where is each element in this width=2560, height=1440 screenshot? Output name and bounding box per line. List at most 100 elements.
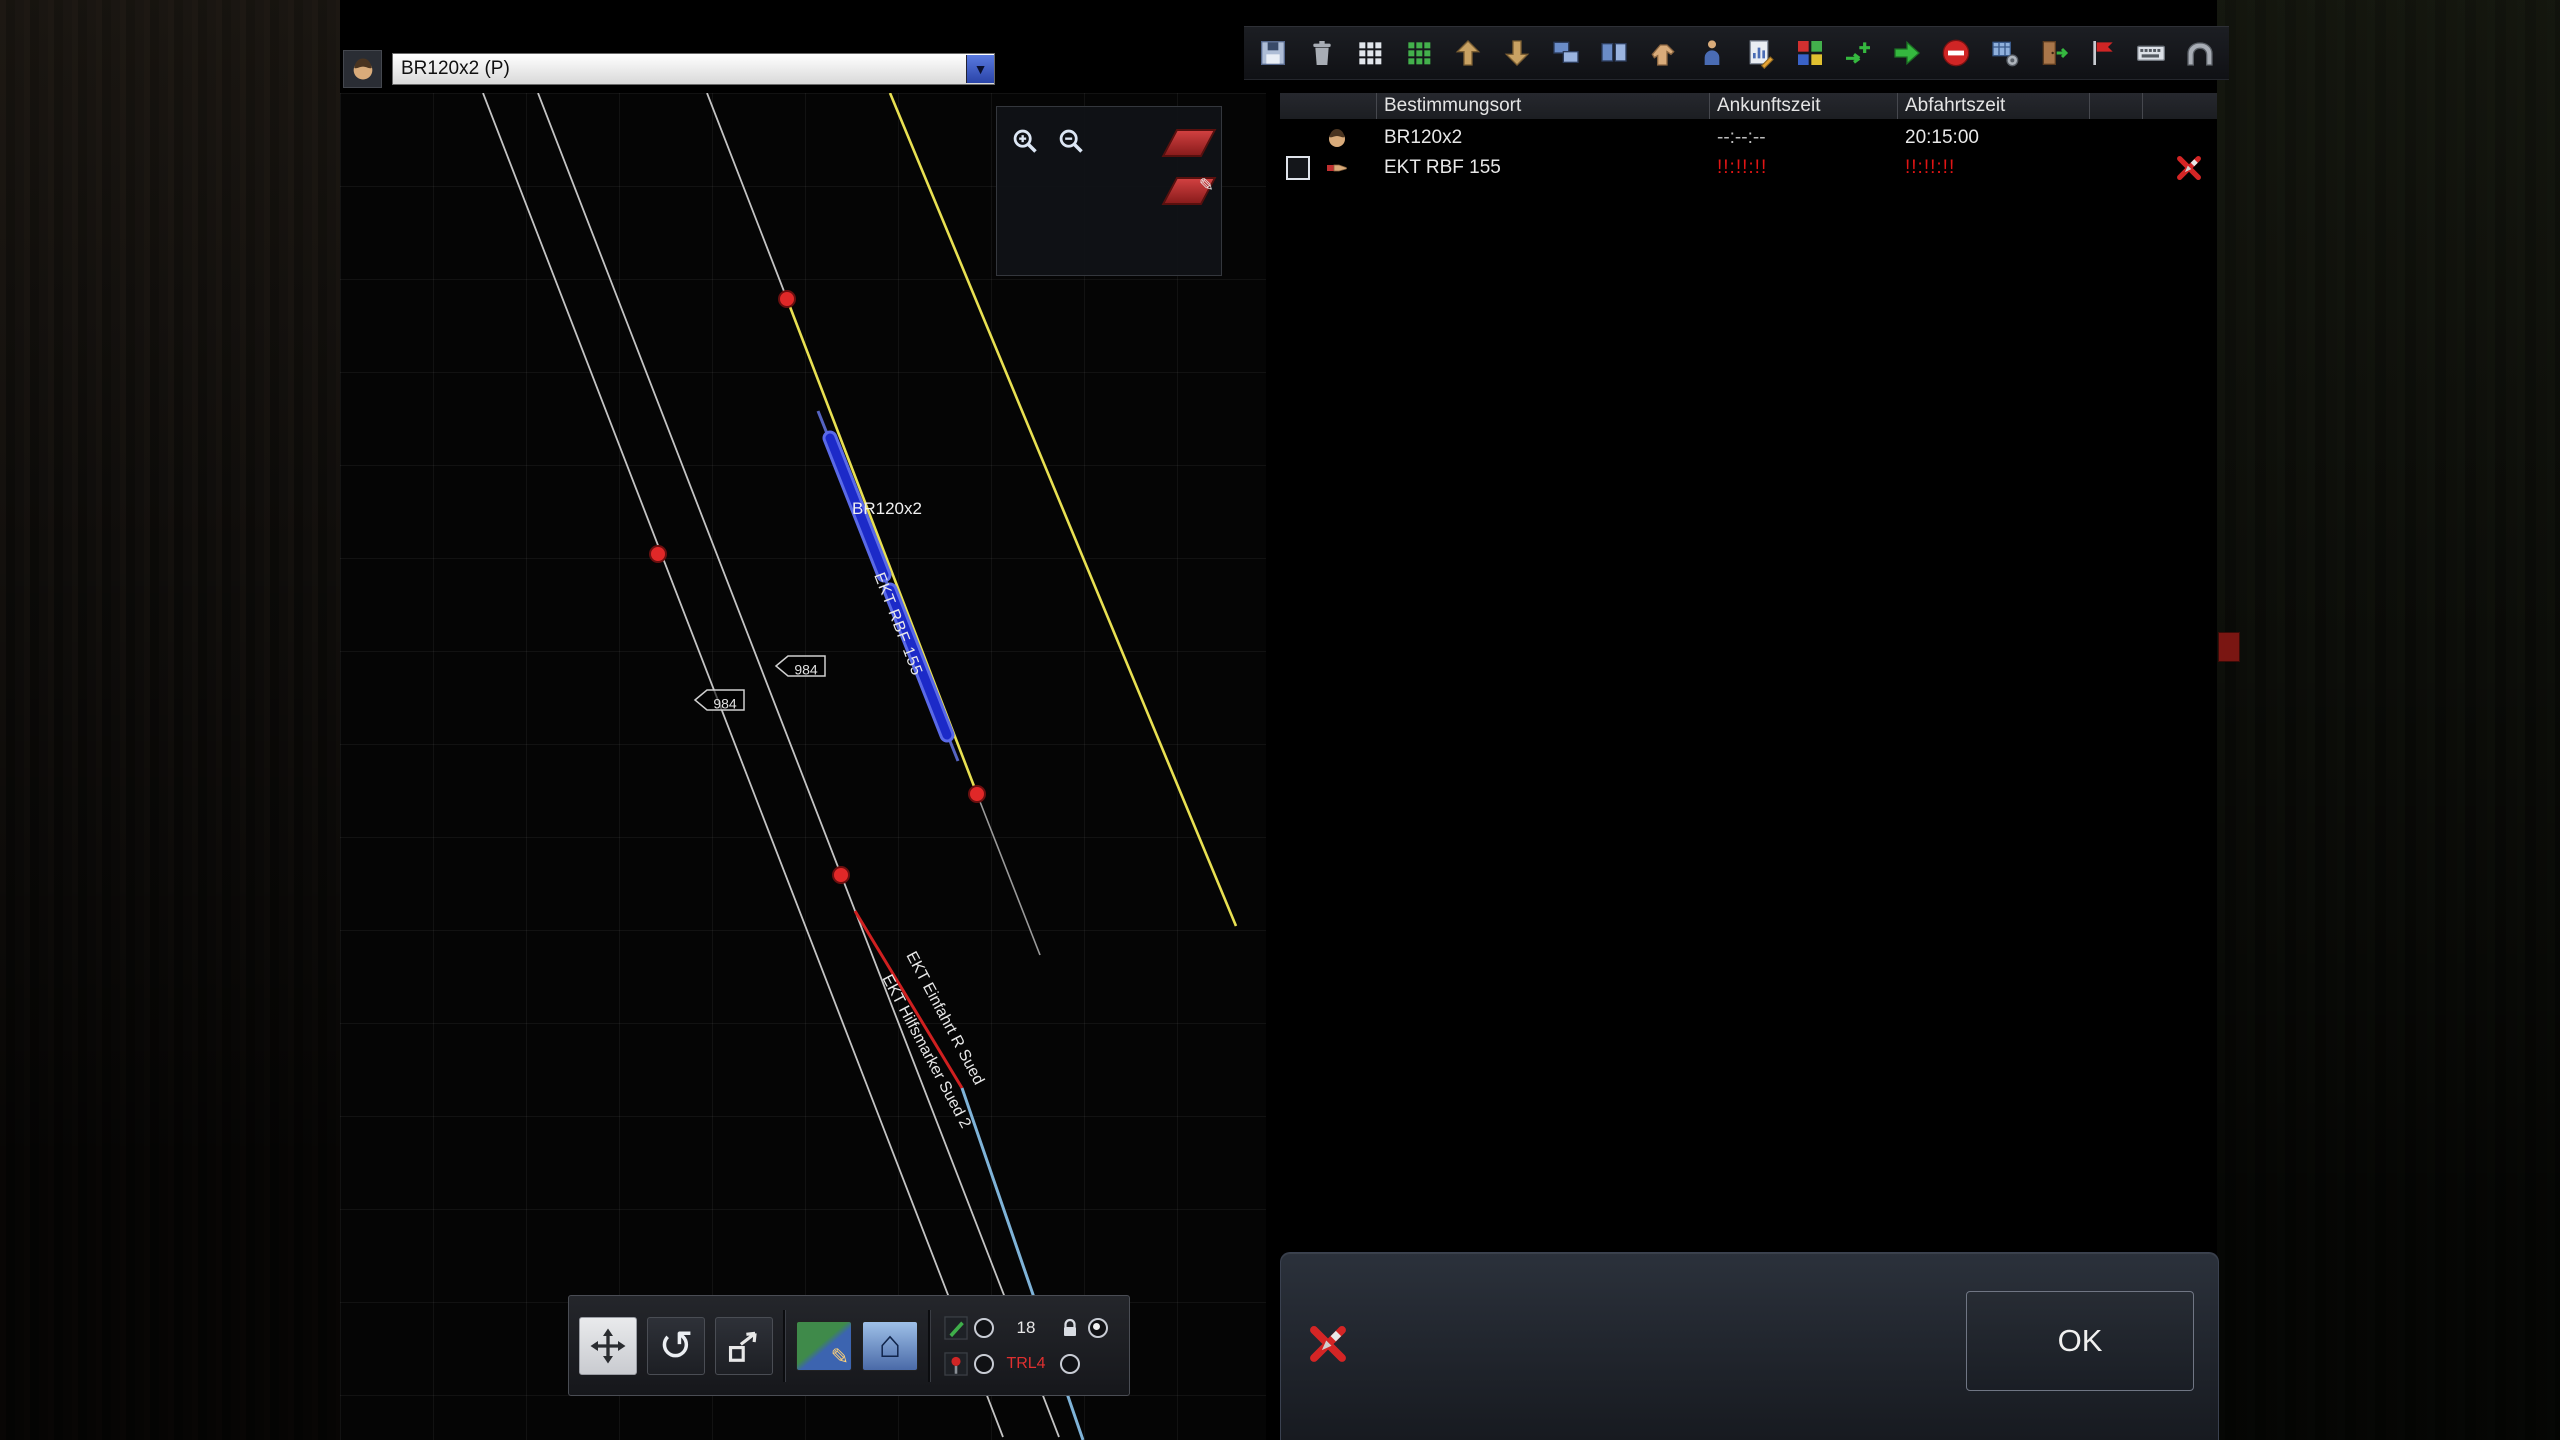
passenger-icon: [1704, 40, 1720, 65]
unload-down-button[interactable]: [1496, 32, 1538, 74]
driver-face-icon: [353, 58, 372, 80]
row-destination: EKT RBF 155: [1384, 157, 1501, 178]
flag-icon: [2093, 41, 2114, 65]
world-red-signal: [2218, 632, 2240, 662]
schedule-table-header: Bestimmungsort Ankunftszeit Abfahrtszeit: [1280, 93, 2217, 119]
grid-small-icon: [1359, 42, 1382, 65]
signal-red-icon[interactable]: [943, 1351, 969, 1377]
pointing-hand-icon: [1327, 164, 1347, 172]
track-line: [482, 92, 1004, 1438]
route-add-button[interactable]: [1838, 32, 1880, 74]
signal-radio-off2[interactable]: [1060, 1353, 1080, 1374]
edit-green-icon[interactable]: [943, 1315, 969, 1341]
signal-dot[interactable]: [832, 866, 850, 884]
home-view-button[interactable]: ⌂: [862, 1320, 918, 1371]
grid-green-icon: [1408, 42, 1431, 65]
remove-icon[interactable]: [2175, 154, 2203, 182]
load-up-button[interactable]: [1447, 32, 1489, 74]
tip-radio-on[interactable]: [1088, 1317, 1108, 1338]
column-icon: [1280, 93, 1377, 119]
track-map-panel[interactable]: 984 984 BR120x2 EKT RBF 155 EKT Einfahrt…: [340, 92, 1266, 1440]
pencil-icon: ✎: [830, 1343, 849, 1369]
ok-button[interactable]: OK: [1966, 1291, 2194, 1391]
depot-button[interactable]: [2179, 32, 2221, 74]
row-arrival: !!:!!:!!: [1717, 157, 1768, 178]
schedule-row[interactable]: EKT RBF 155 !!:!!:!! !!:!!:!!: [1280, 153, 2217, 183]
zoom-out-button[interactable]: [1051, 121, 1091, 161]
delete-button[interactable]: [1301, 32, 1343, 74]
signal-sign[interactable]: 984: [774, 655, 826, 678]
edit-chart-button[interactable]: [1740, 32, 1782, 74]
depot-icon: [2187, 42, 2213, 66]
home-icon: ⌂: [878, 1324, 902, 1366]
load-up-icon: [1455, 40, 1481, 66]
row-destination: BR120x2: [1384, 127, 1463, 148]
signal-sign[interactable]: 984: [693, 689, 745, 712]
route-add-icon: [1846, 42, 1871, 64]
zoom-in-icon: [1013, 129, 1037, 153]
passenger-button[interactable]: [1691, 32, 1733, 74]
signal-dot[interactable]: [968, 785, 986, 803]
grid-green-button[interactable]: [1398, 32, 1440, 74]
signal-plate-icon[interactable]: [1161, 129, 1217, 157]
world-background-right: [2217, 0, 2560, 1440]
edit-chart-icon: [1749, 40, 1774, 69]
remove-icon[interactable]: [1307, 1323, 1349, 1365]
delete-icon: [1313, 41, 1331, 65]
keyboard-button[interactable]: [2130, 32, 2172, 74]
row-departure: 20:15:00: [1905, 127, 1979, 148]
pan-tool-button[interactable]: [579, 1316, 637, 1375]
signal-dot[interactable]: [649, 545, 667, 563]
color-tiles-icon: [1797, 41, 1822, 65]
color-tiles-button[interactable]: [1789, 32, 1831, 74]
track-line: [537, 92, 1060, 1438]
exit-door-button[interactable]: [2033, 32, 2075, 74]
signal-plate-edit-icon[interactable]: ✎: [1161, 175, 1217, 205]
transform-icon: [728, 1331, 757, 1362]
grid-small-button[interactable]: [1350, 32, 1392, 74]
toolbar-divider: [928, 1309, 931, 1382]
map-edit-view-button[interactable]: ✎: [796, 1320, 852, 1371]
dual-view-icon: [1601, 43, 1628, 62]
map-toolbar: ↺ ✎ ⌂ 18 TRL4: [568, 1295, 1130, 1396]
zoom-out-icon: [1059, 129, 1083, 153]
rotate-tool-button[interactable]: ↺: [647, 1316, 705, 1375]
application-window: 984 984 BR120x2 EKT RBF 155 EKT Einfahrt…: [0, 0, 2560, 1440]
pan-icon: [590, 1328, 626, 1363]
schedule-row[interactable]: BR120x2 --:--:-- 20:15:00: [1280, 123, 2217, 153]
exit-door-icon: [2042, 41, 2068, 65]
lock-icon[interactable]: [1058, 1316, 1082, 1340]
keyboard-icon: [2137, 45, 2166, 61]
world-background-left: [0, 0, 340, 1440]
track-map[interactable]: 984 984 BR120x2 EKT RBF 155 EKT Einfahrt…: [340, 92, 1266, 1440]
chevron-down-icon[interactable]: ▼: [966, 55, 994, 83]
row-departure: !!:!!:!!: [1905, 157, 1956, 178]
signal-radio-off[interactable]: [974, 1353, 994, 1374]
driver-avatar: [343, 50, 382, 88]
row-checkbox[interactable]: [1286, 156, 1310, 180]
zoom-in-button[interactable]: [1005, 121, 1045, 161]
column-destination: Bestimmungsort: [1377, 93, 1710, 119]
save-button[interactable]: [1252, 32, 1294, 74]
column-arrival: Ankunftszeit: [1710, 93, 1898, 119]
flag-button[interactable]: [2082, 32, 2124, 74]
settings-table-button[interactable]: [1984, 32, 2026, 74]
signal-sign-label: 984: [794, 662, 818, 678]
signal-value: TRL4: [1006, 1354, 1046, 1372]
schedule-toolbar: [1244, 26, 2229, 80]
train-dropdown-value: BR120x2 (P): [401, 58, 510, 79]
tip-value: 18: [1016, 1317, 1036, 1337]
track-line: [976, 793, 1041, 956]
transform-tool-button[interactable]: [715, 1316, 773, 1375]
signal-dot[interactable]: [778, 290, 796, 308]
column-extra1: [2090, 93, 2143, 119]
train-dropdown[interactable]: BR120x2 (P) ▼: [392, 53, 995, 85]
no-entry-button[interactable]: [1935, 32, 1977, 74]
dual-view-button[interactable]: [1594, 32, 1636, 74]
column-extra2: [2143, 93, 2215, 119]
hand-tool-button[interactable]: [1642, 32, 1684, 74]
train-driver-icon: [1329, 129, 1345, 147]
copy-view-button[interactable]: [1545, 32, 1587, 74]
go-arrow-button[interactable]: [1886, 32, 1928, 74]
tip-radio-off[interactable]: [974, 1317, 994, 1338]
